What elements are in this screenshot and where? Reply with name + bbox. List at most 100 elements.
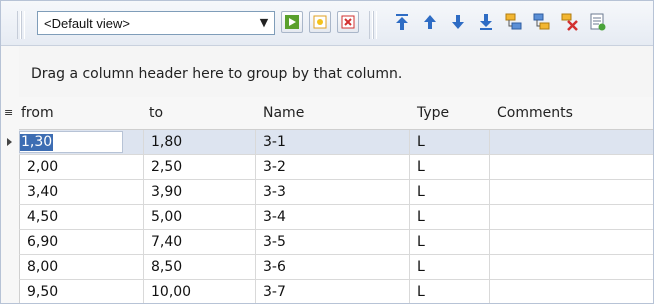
cell-name[interactable]: 3-7: [255, 280, 409, 303]
column-divider: [143, 155, 144, 179]
cell-comments[interactable]: [489, 155, 653, 179]
cell-name[interactable]: 3-5: [255, 230, 409, 254]
cell-from[interactable]: 9,50: [19, 280, 143, 303]
cell-editor[interactable]: 1,30: [19, 131, 123, 153]
column-divider: [409, 205, 410, 229]
chevron-down-icon[interactable]: ▼: [256, 14, 272, 32]
row-indicator-gutter: [1, 46, 20, 303]
cell-type[interactable]: L: [409, 255, 489, 279]
column-divider: [409, 130, 410, 154]
column-divider: [143, 130, 144, 154]
table-row[interactable]: 2,00 2,50 3-2 L: [19, 155, 653, 180]
table-row[interactable]: 4,50 5,00 3-4 L: [19, 205, 653, 230]
cell-from[interactable]: 1,30: [19, 130, 143, 154]
export-report-button[interactable]: [587, 11, 609, 33]
cell-comments[interactable]: [489, 205, 653, 229]
cell-type[interactable]: L: [409, 280, 489, 303]
move-up-icon: [424, 15, 436, 29]
cell-comments[interactable]: [489, 280, 653, 303]
cell-name[interactable]: 3-1: [255, 130, 409, 154]
move-bottom-button[interactable]: [475, 11, 497, 33]
clear-grouping-button[interactable]: [559, 11, 581, 33]
cell-name[interactable]: 3-4: [255, 205, 409, 229]
go-arrow-button[interactable]: [281, 11, 303, 33]
grid-header: ≡ from to Name Type Comments: [4, 97, 653, 130]
delete-button[interactable]: [337, 11, 359, 33]
cell-comments[interactable]: [489, 255, 653, 279]
cell-to[interactable]: 1,80: [143, 130, 255, 154]
group-button[interactable]: [503, 11, 525, 33]
move-top-button[interactable]: [391, 11, 413, 33]
new-row-icon: [313, 15, 327, 29]
group-by-hint: Drag a column header here to group by th…: [31, 66, 403, 82]
ungroup-button[interactable]: [531, 11, 553, 33]
column-chooser-icon[interactable]: ≡: [4, 106, 13, 119]
current-row-arrow-icon: [1, 130, 19, 154]
toolbar-grip[interactable]: [21, 11, 25, 39]
ungroup-icon: [533, 13, 550, 30]
move-down-button[interactable]: [447, 11, 469, 33]
cell-comments[interactable]: [489, 180, 653, 204]
cell-to[interactable]: 8,50: [143, 255, 255, 279]
view-select-value: <Default view>: [44, 16, 130, 31]
cell-to[interactable]: 7,40: [143, 230, 255, 254]
group-by-panel[interactable]: Drag a column header here to group by th…: [19, 46, 653, 98]
cell-type[interactable]: L: [409, 155, 489, 179]
column-divider: [409, 280, 410, 303]
column-divider: [255, 180, 256, 204]
column-header-from[interactable]: from: [21, 105, 54, 121]
column-divider: [143, 205, 144, 229]
move-top-icon: [396, 14, 408, 30]
cell-comments[interactable]: [489, 230, 653, 254]
column-divider: [143, 280, 144, 303]
cell-from[interactable]: 6,90: [19, 230, 143, 254]
cell-to[interactable]: 10,00: [143, 280, 255, 303]
column-divider: [143, 255, 144, 279]
clear-grouping-icon: [561, 13, 578, 31]
move-bottom-icon: [480, 14, 492, 30]
group-icon: [505, 13, 522, 30]
column-divider: [255, 205, 256, 229]
column-divider: [489, 155, 490, 179]
column-divider: [489, 280, 490, 303]
cell-to[interactable]: 2,50: [143, 155, 255, 179]
cell-from[interactable]: 3,40: [19, 180, 143, 204]
export-report-icon: [590, 13, 606, 31]
cell-type[interactable]: L: [409, 230, 489, 254]
cell-type[interactable]: L: [409, 180, 489, 204]
column-divider: [409, 255, 410, 279]
cell-comments[interactable]: [489, 130, 653, 154]
cell-from[interactable]: 8,00: [19, 255, 143, 279]
column-divider: [143, 230, 144, 254]
table-row[interactable]: 1,30 1,80 3-1 L: [7, 130, 653, 155]
new-row-button[interactable]: [309, 11, 331, 33]
column-divider: [489, 205, 490, 229]
column-header-to[interactable]: to: [149, 105, 163, 121]
cell-name[interactable]: 3-3: [255, 180, 409, 204]
move-down-icon: [452, 15, 464, 29]
view-select[interactable]: <Default view> ▼: [37, 11, 275, 35]
go-arrow-icon: [285, 15, 299, 29]
cell-type[interactable]: L: [409, 130, 489, 154]
table-row[interactable]: 9,50 10,00 3-7 L: [19, 280, 653, 303]
column-divider: [255, 130, 256, 154]
column-header-comments[interactable]: Comments: [497, 105, 573, 121]
move-up-button[interactable]: [419, 11, 441, 33]
cell-from[interactable]: 4,50: [19, 205, 143, 229]
column-divider: [489, 130, 490, 154]
table-row[interactable]: 3,40 3,90 3-3 L: [19, 180, 653, 205]
column-divider: [409, 180, 410, 204]
column-header-name[interactable]: Name: [263, 105, 304, 121]
table-row[interactable]: 6,90 7,40 3-5 L: [19, 230, 653, 255]
cell-from[interactable]: 2,00: [19, 155, 143, 179]
cell-name[interactable]: 3-6: [255, 255, 409, 279]
cell-to[interactable]: 3,90: [143, 180, 255, 204]
cell-name[interactable]: 3-2: [255, 155, 409, 179]
column-divider: [255, 280, 256, 303]
table-row[interactable]: 8,00 8,50 3-6 L: [19, 255, 653, 280]
column-divider: [255, 230, 256, 254]
cell-type[interactable]: L: [409, 205, 489, 229]
delete-x-icon: [341, 15, 355, 29]
column-header-type[interactable]: Type: [417, 105, 449, 121]
cell-to[interactable]: 5,00: [143, 205, 255, 229]
